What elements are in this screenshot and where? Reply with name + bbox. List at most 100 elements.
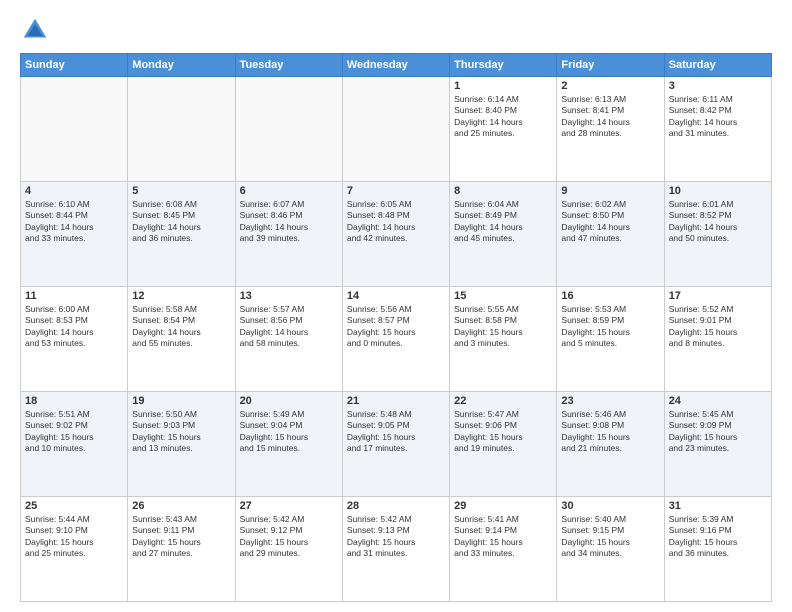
day-info: Sunrise: 6:00 AM Sunset: 8:53 PM Dayligh… [25, 304, 123, 350]
weekday-header-monday: Monday [128, 54, 235, 77]
calendar-cell: 20Sunrise: 5:49 AM Sunset: 9:04 PM Dayli… [235, 392, 342, 497]
day-info: Sunrise: 5:50 AM Sunset: 9:03 PM Dayligh… [132, 409, 230, 455]
day-info: Sunrise: 5:48 AM Sunset: 9:05 PM Dayligh… [347, 409, 445, 455]
weekday-header-sunday: Sunday [21, 54, 128, 77]
day-number: 26 [132, 500, 230, 512]
day-info: Sunrise: 6:14 AM Sunset: 8:40 PM Dayligh… [454, 94, 552, 140]
calendar-cell: 17 Sunrise: 5:52 AM Sunset: 9:01 PM Dayli… [664, 287, 771, 392]
day-number: 7 [347, 185, 445, 197]
day-number: 29 [454, 500, 552, 512]
calendar-cell: 28 Sunrise: 5:42 AM Sunset: 9:13 PM Dayli… [342, 497, 449, 602]
calendar-cell: 22Sunrise: 5:47 AM Sunset: 9:06 PM Dayli… [450, 392, 557, 497]
calendar-cell: 14 Sunrise: 5:56 AM Sunset: 8:57 PM Dayli… [342, 287, 449, 392]
header [20, 15, 772, 45]
day-info: Sunrise: 6:13 AM Sunset: 8:41 PM Dayligh… [561, 94, 659, 140]
page: SundayMondayTuesdayWednesdayThursdayFrid… [0, 0, 792, 612]
calendar-cell: 9 Sunrise: 6:02 AM Sunset: 8:50 PM Daylig… [557, 182, 664, 287]
calendar-cell [235, 77, 342, 182]
day-info: Sunrise: 5:53 AM Sunset: 8:59 PM Dayligh… [561, 304, 659, 350]
day-info: Sunrise: 5:57 AM Sunset: 8:56 PM Dayligh… [240, 304, 338, 350]
day-info: Sunrise: 6:10 AM Sunset: 8:44 PM Dayligh… [25, 199, 123, 245]
day-number: 28 [347, 500, 445, 512]
calendar-cell: 7 Sunrise: 6:05 AM Sunset: 8:48 PM Daylig… [342, 182, 449, 287]
weekday-header-saturday: Saturday [664, 54, 771, 77]
calendar-week-4: 18 Sunrise: 5:51 AM Sunset: 9:02 PM Dayli… [21, 392, 772, 497]
day-info: Sunrise: 5:41 AM Sunset: 9:14 PM Dayligh… [454, 514, 552, 560]
calendar-cell: 19 Sunrise: 5:50 AM Sunset: 9:03 PM Dayli… [128, 392, 235, 497]
day-number: 22 [454, 395, 552, 407]
calendar-cell: 31 Sunrise: 5:39 AM Sunset: 9:16 PM Dayli… [664, 497, 771, 602]
day-number: 23 [561, 395, 659, 407]
day-number: 14 [347, 290, 445, 302]
day-info: Sunrise: 6:11 AM Sunset: 8:42 PM Dayligh… [669, 94, 767, 140]
calendar-cell [21, 77, 128, 182]
day-info: Sunrise: 5:42 AM Sunset: 9:12 PM Dayligh… [240, 514, 338, 560]
day-info: Sunrise: 5:43 AM Sunset: 9:11 PM Dayligh… [132, 514, 230, 560]
day-number: 4 [25, 185, 123, 197]
calendar-cell: 1 Sunrise: 6:14 AM Sunset: 8:40 PM Daylig… [450, 77, 557, 182]
weekday-header-thursday: Thursday [450, 54, 557, 77]
day-number: 24 [669, 395, 767, 407]
calendar-table: SundayMondayTuesdayWednesdayThursdayFrid… [20, 53, 772, 602]
day-number: 30 [561, 500, 659, 512]
day-info: Sunrise: 5:51 AM Sunset: 9:02 PM Dayligh… [25, 409, 123, 455]
calendar-cell: 5 Sunrise: 6:08 AM Sunset: 8:45 PM Daylig… [128, 182, 235, 287]
day-info: Sunrise: 5:45 AM Sunset: 9:09 PM Dayligh… [669, 409, 767, 455]
day-info: Sunrise: 6:08 AM Sunset: 8:45 PM Dayligh… [132, 199, 230, 245]
calendar-cell: 13 Sunrise: 5:57 AM Sunset: 8:56 PM Dayli… [235, 287, 342, 392]
day-number: 8 [454, 185, 552, 197]
calendar-cell: 3 Sunrise: 6:11 AM Sunset: 8:42 PM Daylig… [664, 77, 771, 182]
day-info: Sunrise: 5:58 AM Sunset: 8:54 PM Dayligh… [132, 304, 230, 350]
day-info: Sunrise: 6:05 AM Sunset: 8:48 PM Dayligh… [347, 199, 445, 245]
calendar-cell: 25 Sunrise: 5:44 AM Sunset: 9:10 PM Dayli… [21, 497, 128, 602]
calendar-cell: 18 Sunrise: 5:51 AM Sunset: 9:02 PM Dayli… [21, 392, 128, 497]
calendar-cell: 29 Sunrise: 5:41 AM Sunset: 9:14 PM Dayli… [450, 497, 557, 602]
day-number: 17 [669, 290, 767, 302]
day-number: 19 [132, 395, 230, 407]
day-number: 15 [454, 290, 552, 302]
calendar-cell: 12 Sunrise: 5:58 AM Sunset: 8:54 PM Dayli… [128, 287, 235, 392]
day-number: 16 [561, 290, 659, 302]
logo [20, 15, 54, 45]
day-number: 1 [454, 80, 552, 92]
day-info: Sunrise: 5:39 AM Sunset: 9:16 PM Dayligh… [669, 514, 767, 560]
calendar-cell: 26 Sunrise: 5:43 AM Sunset: 9:11 PM Dayli… [128, 497, 235, 602]
calendar-cell: 2 Sunrise: 6:13 AM Sunset: 8:41 PM Daylig… [557, 77, 664, 182]
weekday-header-tuesday: Tuesday [235, 54, 342, 77]
day-info: Sunrise: 5:52 AM Sunset: 9:01 PM Dayligh… [669, 304, 767, 350]
day-number: 25 [25, 500, 123, 512]
day-info: Sunrise: 5:40 AM Sunset: 9:15 PM Dayligh… [561, 514, 659, 560]
calendar-cell: 8 Sunrise: 6:04 AM Sunset: 8:49 PM Daylig… [450, 182, 557, 287]
day-info: Sunrise: 6:07 AM Sunset: 8:46 PM Dayligh… [240, 199, 338, 245]
calendar-week-1: 1 Sunrise: 6:14 AM Sunset: 8:40 PM Daylig… [21, 77, 772, 182]
day-number: 18 [25, 395, 123, 407]
day-number: 2 [561, 80, 659, 92]
day-number: 5 [132, 185, 230, 197]
day-info: Sunrise: 5:42 AM Sunset: 9:13 PM Dayligh… [347, 514, 445, 560]
calendar-cell: 4 Sunrise: 6:10 AM Sunset: 8:44 PM Daylig… [21, 182, 128, 287]
calendar-cell [128, 77, 235, 182]
calendar-cell: 24 Sunrise: 5:45 AM Sunset: 9:09 PM Dayli… [664, 392, 771, 497]
weekday-header-wednesday: Wednesday [342, 54, 449, 77]
weekday-header-friday: Friday [557, 54, 664, 77]
day-info: Sunrise: 6:04 AM Sunset: 8:49 PM Dayligh… [454, 199, 552, 245]
day-number: 9 [561, 185, 659, 197]
calendar-week-2: 4 Sunrise: 6:10 AM Sunset: 8:44 PM Daylig… [21, 182, 772, 287]
day-number: 13 [240, 290, 338, 302]
day-number: 3 [669, 80, 767, 92]
calendar-cell: 21Sunrise: 5:48 AM Sunset: 9:05 PM Dayli… [342, 392, 449, 497]
day-info: Sunrise: 5:44 AM Sunset: 9:10 PM Dayligh… [25, 514, 123, 560]
calendar-cell [342, 77, 449, 182]
day-info: Sunrise: 5:56 AM Sunset: 8:57 PM Dayligh… [347, 304, 445, 350]
day-info: Sunrise: 5:46 AM Sunset: 9:08 PM Dayligh… [561, 409, 659, 455]
weekday-header-row: SundayMondayTuesdayWednesdayThursdayFrid… [21, 54, 772, 77]
day-number: 27 [240, 500, 338, 512]
calendar-cell: 16 Sunrise: 5:53 AM Sunset: 8:59 PM Dayli… [557, 287, 664, 392]
calendar-cell: 10Sunrise: 6:01 AM Sunset: 8:52 PM Dayli… [664, 182, 771, 287]
day-number: 11 [25, 290, 123, 302]
calendar-week-3: 11 Sunrise: 6:00 AM Sunset: 8:53 PM Dayli… [21, 287, 772, 392]
day-number: 31 [669, 500, 767, 512]
day-info: Sunrise: 6:02 AM Sunset: 8:50 PM Dayligh… [561, 199, 659, 245]
day-number: 12 [132, 290, 230, 302]
day-info: Sunrise: 5:55 AM Sunset: 8:58 PM Dayligh… [454, 304, 552, 350]
